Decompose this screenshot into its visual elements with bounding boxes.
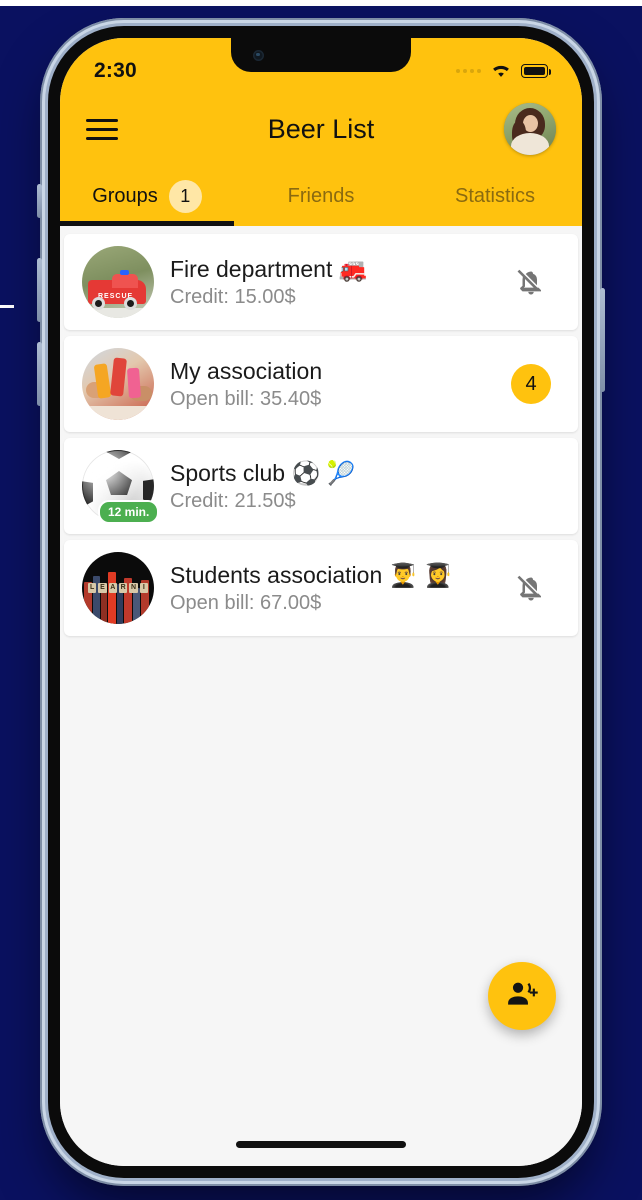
list-item[interactable]: 12 min. Sports club ⚽ 🎾 Credit: 21.50$ bbox=[64, 438, 578, 534]
list-item-trailing[interactable] bbox=[506, 572, 556, 604]
group-subtitle: Credit: 21.50$ bbox=[170, 490, 296, 513]
group-title: Students association 👨‍🎓 👩‍🎓 bbox=[170, 561, 453, 588]
list-item[interactable]: RESCUE Fire department 🚒 Credit: 15.00$ bbox=[64, 234, 578, 330]
list-item-trailing[interactable] bbox=[506, 266, 556, 298]
app-header: 2:30 Beer List Groups 1 Friends Statisti… bbox=[60, 38, 582, 226]
canvas-top-edge bbox=[0, 0, 642, 6]
home-indicator-bar[interactable] bbox=[60, 1122, 582, 1166]
fire-truck-thumbnail: RESCUE bbox=[82, 246, 154, 318]
tab-statistics-label: Statistics bbox=[454, 184, 536, 207]
front-camera-icon bbox=[253, 50, 264, 61]
cheers-drinks-thumbnail bbox=[82, 348, 154, 420]
tab-friends[interactable]: Friends bbox=[234, 166, 408, 226]
group-title: Fire department 🚒 bbox=[170, 255, 368, 282]
phone-device-frame: 2:30 Beer List Groups 1 Friends Statisti… bbox=[37, 18, 605, 1186]
wifi-icon bbox=[490, 63, 512, 79]
volume-up-button[interactable] bbox=[37, 258, 42, 322]
group-subtitle: Open bill: 35.40$ bbox=[170, 388, 322, 411]
bell-off-icon[interactable] bbox=[516, 266, 546, 298]
signal-dots-icon bbox=[456, 69, 481, 73]
tab-bar: Groups 1 Friends Statistics bbox=[60, 166, 582, 226]
tab-groups-badge: 1 bbox=[168, 179, 202, 213]
group-subtitle: Credit: 15.00$ bbox=[170, 286, 296, 309]
list-item[interactable]: LEARNI Students association 👨‍🎓 👩‍🎓 Open… bbox=[64, 540, 578, 636]
app-bar: Beer List bbox=[60, 92, 582, 166]
tab-statistics[interactable]: Statistics bbox=[408, 166, 582, 226]
groups-list[interactable]: RESCUE Fire department 🚒 Credit: 15.00$ bbox=[60, 226, 582, 1122]
status-bar-indicators bbox=[456, 63, 551, 79]
list-item-trailing[interactable]: 4 bbox=[506, 364, 556, 404]
list-item[interactable]: My association Open bill: 35.40$ 4 bbox=[64, 336, 578, 432]
phone-screen: 2:30 Beer List Groups 1 Friends Statisti… bbox=[60, 38, 582, 1166]
books-learning-thumbnail: LEARNI bbox=[82, 552, 154, 624]
tab-groups-label: Groups bbox=[92, 184, 158, 207]
battery-full-icon bbox=[521, 64, 551, 78]
soccer-ball-thumbnail: 12 min. bbox=[82, 450, 160, 524]
display-notch bbox=[231, 38, 411, 72]
bell-off-icon[interactable] bbox=[516, 572, 546, 604]
unread-count-badge[interactable]: 4 bbox=[511, 364, 551, 404]
hamburger-menu-icon[interactable] bbox=[86, 113, 118, 146]
group-subtitle: Open bill: 67.00$ bbox=[170, 592, 322, 615]
group-title: My association bbox=[170, 357, 323, 384]
add-group-fab[interactable] bbox=[488, 962, 556, 1030]
last-activity-badge: 12 min. bbox=[98, 500, 160, 524]
volume-down-button[interactable] bbox=[37, 342, 42, 406]
list-item-text: Sports club ⚽ 🎾 Credit: 21.50$ bbox=[170, 459, 506, 514]
status-bar-time: 2:30 bbox=[94, 59, 137, 82]
power-button[interactable] bbox=[600, 288, 605, 392]
list-item-text: Students association 👨‍🎓 👩‍🎓 Open bill: … bbox=[170, 561, 506, 616]
list-item-text: My association Open bill: 35.40$ bbox=[170, 357, 506, 412]
person-add-icon bbox=[505, 977, 539, 1016]
tab-friends-label: Friends bbox=[287, 184, 355, 207]
tab-groups[interactable]: Groups 1 bbox=[60, 166, 234, 226]
avatar[interactable] bbox=[504, 103, 556, 155]
canvas-left-edge-mark bbox=[0, 305, 14, 308]
mute-switch-button[interactable] bbox=[37, 184, 42, 218]
list-item-text: Fire department 🚒 Credit: 15.00$ bbox=[170, 255, 506, 310]
group-title: Sports club ⚽ 🎾 bbox=[170, 459, 356, 486]
